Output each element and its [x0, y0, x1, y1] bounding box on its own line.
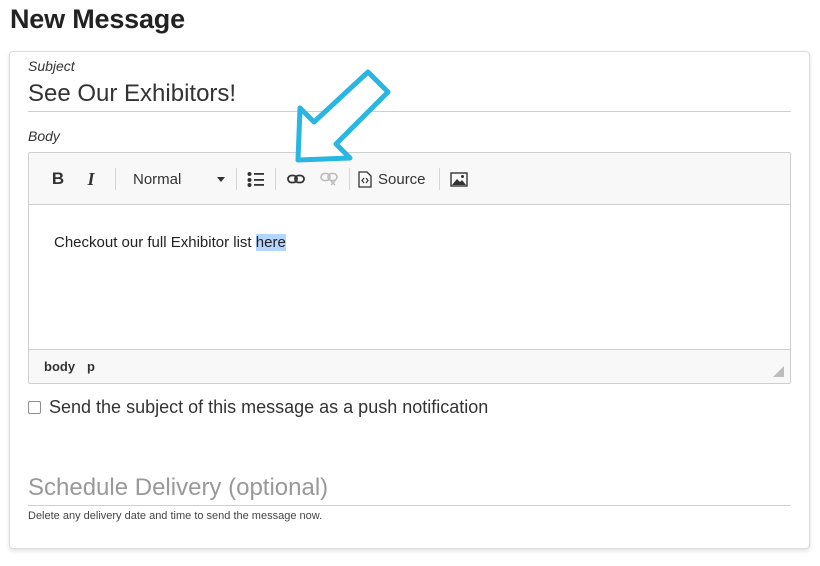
- pointer-arrow-icon: [295, 69, 391, 163]
- italic-button[interactable]: I: [80, 166, 102, 192]
- path-item-body[interactable]: body: [44, 359, 75, 374]
- toolbar-separator: [115, 168, 116, 190]
- schedule-delivery-input[interactable]: [28, 470, 791, 506]
- toolbar-separator: [275, 168, 276, 190]
- element-path-bar: body p: [29, 349, 790, 383]
- editor-text: Checkout our full Exhibitor list: [54, 234, 256, 251]
- push-notification-label[interactable]: Send the subject of this message as a pu…: [49, 397, 488, 418]
- push-notification-row: Send the subject of this message as a pu…: [28, 397, 488, 418]
- toolbar-separator: [236, 168, 237, 190]
- image-icon: [450, 171, 468, 187]
- chevron-down-icon: [217, 176, 225, 182]
- rich-text-editor: B I Normal Source Checkout our full Exhi…: [28, 152, 791, 384]
- bulleted-list-button[interactable]: [244, 166, 268, 192]
- subject-input[interactable]: [28, 76, 791, 112]
- selected-link-text: here: [255, 234, 286, 251]
- schedule-help-text: Delete any delivery date and time to sen…: [28, 510, 323, 522]
- page-title: New Message: [10, 4, 185, 34]
- source-icon: [358, 170, 372, 188]
- path-item-p[interactable]: p: [87, 359, 95, 374]
- format-dropdown-value: Normal: [133, 170, 182, 188]
- link-icon: [287, 174, 305, 184]
- subject-label: Subject: [28, 58, 75, 74]
- insert-image-button[interactable]: [447, 166, 471, 192]
- bold-button[interactable]: B: [47, 166, 69, 192]
- push-notification-checkbox[interactable]: [28, 401, 41, 414]
- toolbar-separator: [439, 168, 440, 190]
- format-dropdown[interactable]: Normal: [127, 166, 231, 192]
- editor-toolbar: B I Normal Source: [29, 153, 790, 205]
- message-form-card: Subject Body B I Normal: [9, 51, 810, 549]
- resize-grip-icon[interactable]: [773, 366, 784, 377]
- source-button-label: Source: [378, 170, 426, 188]
- bulleted-list-icon: [247, 171, 265, 187]
- body-label: Body: [28, 128, 60, 144]
- unlink-icon: [320, 172, 338, 186]
- editor-content[interactable]: Checkout our full Exhibitor list here: [29, 205, 790, 351]
